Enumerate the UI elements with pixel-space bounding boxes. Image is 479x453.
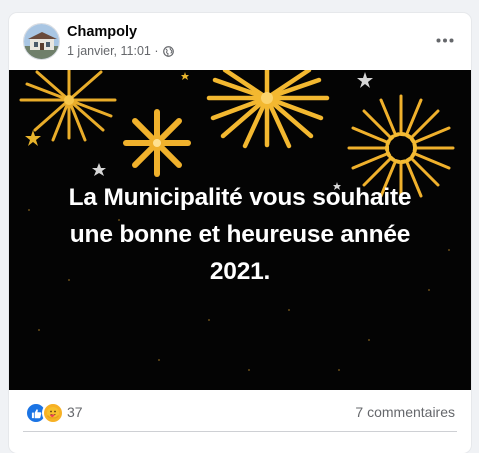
comments-count[interactable]: 7 commentaires — [355, 404, 455, 420]
divider — [23, 431, 457, 432]
post-meta: 1 janvier, 11:01 · — [67, 44, 174, 58]
reactions-bar: 37 7 commentaires — [9, 400, 471, 424]
greeting-line: 2021. — [209, 258, 271, 285]
greeting-line: La Municipalité vous souhaite — [68, 184, 412, 211]
author-name[interactable]: Champoly — [67, 24, 137, 40]
avatar[interactable] — [23, 23, 60, 60]
greeting-text: La Municipalité vous souhaite une bonne … — [9, 179, 471, 290]
post-card: Champoly 1 janvier, 11:01 · La Municipal… — [9, 13, 471, 453]
post-header: Champoly 1 janvier, 11:01 · — [9, 13, 471, 70]
reaction-count[interactable]: 37 — [67, 404, 83, 420]
post-image[interactable]: La Municipalité vous souhaite une bonne … — [9, 70, 471, 390]
reaction-icons[interactable] — [25, 402, 64, 424]
globe-icon[interactable] — [162, 45, 174, 57]
avatar-image — [24, 24, 59, 59]
more-options-icon[interactable] — [431, 29, 459, 51]
post-date[interactable]: 1 janvier, 11:01 · — [67, 44, 159, 58]
care-icon — [42, 402, 64, 424]
greeting-line: une bonne et heureuse année — [69, 221, 411, 248]
